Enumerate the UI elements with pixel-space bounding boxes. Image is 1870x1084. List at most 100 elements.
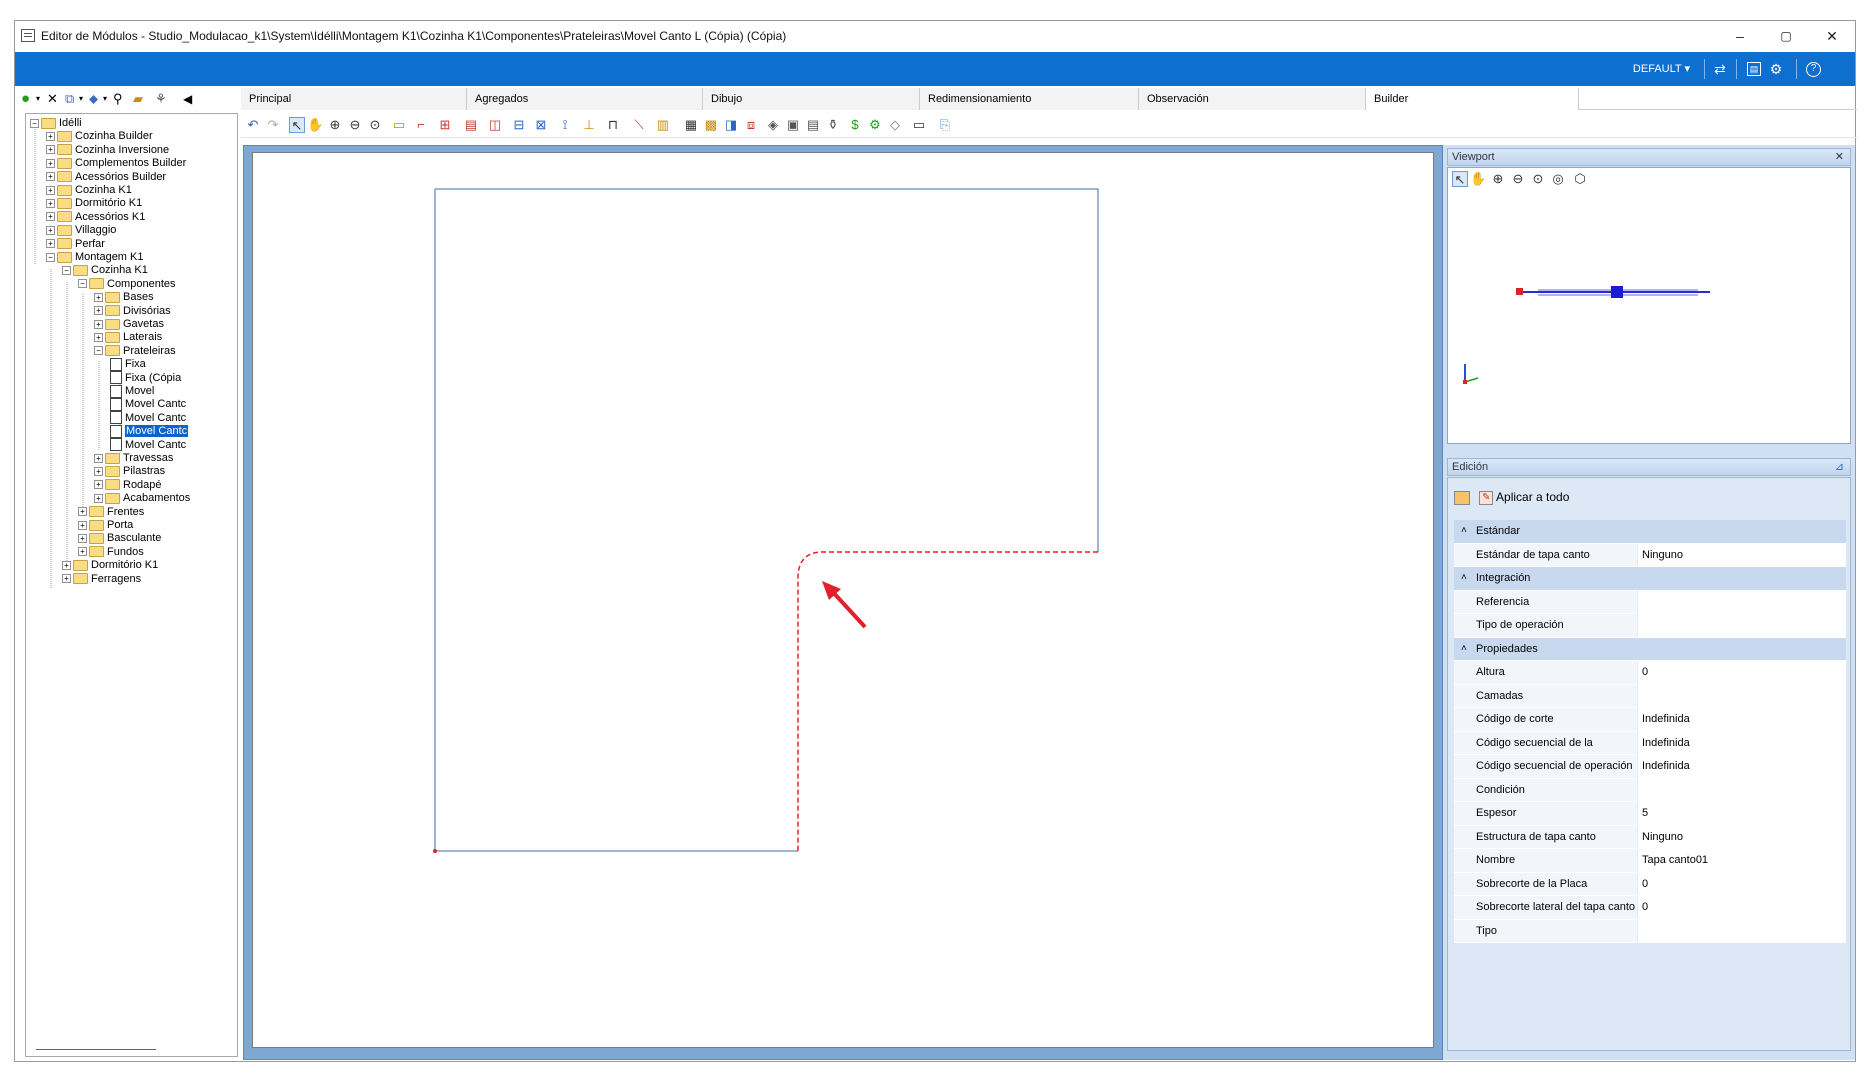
layer-icon[interactable]: ▤ [805, 117, 821, 133]
expand-icon[interactable]: + [46, 185, 55, 195]
property-row[interactable]: Condición [1454, 778, 1846, 802]
property-row[interactable]: Altura 0 [1454, 661, 1846, 685]
expand-icon[interactable]: + [78, 520, 87, 530]
expand-icon[interactable]: + [94, 480, 103, 490]
property-row[interactable]: Nombre Tapa canto01 [1454, 849, 1846, 873]
property-row[interactable]: Tipo [1454, 919, 1846, 943]
edge-tool-icon[interactable]: ▤ [463, 117, 479, 133]
price-settings-icon[interactable]: ⚙ [867, 117, 883, 133]
expand-icon[interactable]: + [46, 198, 55, 208]
find-icon[interactable]: ⚲ [113, 91, 123, 107]
property-value[interactable]: 5 [1638, 802, 1846, 825]
property-value[interactable]: 0 [1638, 661, 1846, 684]
expand-icon[interactable]: + [94, 493, 103, 503]
pin-icon[interactable]: ⊿ [1835, 459, 1844, 475]
property-value[interactable]: Ninguno [1638, 543, 1846, 566]
add-dropdown-icon[interactable]: ▾ [36, 91, 40, 107]
zoom-out-icon[interactable]: ⊖ [347, 117, 363, 133]
cut-tool-icon[interactable]: ⊥ [581, 117, 597, 133]
property-value[interactable]: 0 [1638, 896, 1846, 919]
redo-icon[interactable]: ↷ [265, 117, 281, 133]
collapse-panel-icon[interactable]: ◀ [183, 91, 192, 107]
insert-tool-icon[interactable]: ⊞ [437, 117, 453, 133]
copy-icon[interactable]: ⧉ [65, 91, 74, 107]
property-category[interactable]: ˄ Estándar [1454, 520, 1846, 544]
vp-view-cube-icon[interactable]: ⬡ [1572, 171, 1588, 187]
close-button[interactable]: ✕ [1809, 21, 1855, 51]
price-icon[interactable]: $ [847, 117, 863, 133]
vp-zoom-out-icon[interactable]: ⊖ [1510, 171, 1526, 187]
paste-icon[interactable]: ⬥ [89, 91, 98, 107]
property-value[interactable]: Indefinida [1638, 731, 1846, 754]
expand-icon[interactable]: + [46, 212, 55, 222]
expand-icon[interactable]: + [46, 172, 55, 182]
expand-icon[interactable]: + [94, 453, 103, 463]
vp-orbit-icon[interactable]: ◎ [1550, 171, 1566, 187]
mirror-icon[interactable]: ◨ [723, 117, 739, 133]
property-value[interactable] [1638, 590, 1846, 613]
expand-icon[interactable]: + [94, 332, 103, 342]
drawing-canvas[interactable] [252, 152, 1434, 1048]
expand-icon[interactable]: + [46, 145, 55, 155]
property-row[interactable]: Camadas [1454, 684, 1846, 708]
drill-tool-icon[interactable]: ⊠ [533, 117, 549, 133]
folder-settings-icon[interactable]: ▰ [133, 91, 143, 107]
collapse-caret-icon[interactable]: ˄ [1461, 638, 1467, 660]
property-value[interactable] [1638, 684, 1846, 707]
expand-icon[interactable]: + [78, 507, 87, 517]
vp-zoom-all-icon[interactable]: ⊙ [1530, 171, 1546, 187]
tab-dibujo[interactable]: Dibujo [703, 88, 920, 110]
property-category[interactable]: ˄ Propiedades [1454, 637, 1846, 661]
grid-icon[interactable]: ▦ [683, 117, 699, 133]
zoom-all-icon[interactable]: ⊙ [367, 117, 383, 133]
expand-icon[interactable]: + [46, 131, 55, 141]
expand-icon[interactable]: + [94, 292, 103, 302]
frame-tool-icon[interactable]: ◫ [487, 117, 503, 133]
tab-builder[interactable]: Builder [1366, 88, 1579, 110]
align-tool-icon[interactable]: ▥ [655, 117, 671, 133]
apply-all-button[interactable]: Aplicar a todo [1496, 490, 1569, 504]
expand-icon[interactable]: + [94, 306, 103, 316]
angle-tool-icon[interactable]: ⊓ [605, 117, 621, 133]
property-row[interactable]: Tipo de operación [1454, 614, 1846, 638]
tree-scrollbar[interactable] [36, 1049, 156, 1050]
minimize-button[interactable]: – [1717, 21, 1763, 51]
collapse-caret-icon[interactable]: ˄ [1461, 520, 1467, 542]
expand-icon[interactable]: + [46, 239, 55, 249]
properties-icon[interactable] [1454, 490, 1470, 505]
collapse-icon[interactable]: − [46, 252, 55, 262]
settings-icon[interactable]: ⚙ [1767, 60, 1785, 78]
expand-icon[interactable]: + [46, 225, 55, 235]
property-value[interactable] [1638, 778, 1846, 801]
collapse-icon[interactable]: − [94, 346, 103, 356]
add-icon[interactable]: ● [21, 91, 30, 107]
tab-agregados[interactable]: Agregados [467, 88, 703, 110]
undo-icon[interactable]: ↶ [245, 117, 261, 133]
expand-icon[interactable]: + [46, 158, 55, 168]
property-row[interactable]: Referencia [1454, 590, 1846, 614]
expand-icon[interactable]: + [94, 466, 103, 476]
cube-icon[interactable]: ◈ [765, 117, 781, 133]
property-row[interactable]: Código secuencial de operación Indefinida [1454, 755, 1846, 779]
property-category[interactable]: ˄ Integración [1454, 567, 1846, 591]
line-tool-icon[interactable]: ⌐ [413, 117, 429, 133]
refresh-icon[interactable]: ⇄ [1711, 60, 1729, 78]
tab-observacion[interactable]: Observación [1139, 88, 1366, 110]
expand-icon[interactable]: + [62, 560, 71, 570]
vp-pan-icon[interactable]: ✋ [1470, 171, 1486, 187]
collapse-icon[interactable]: − [62, 265, 71, 275]
view-options-icon[interactable]: ▭ [911, 117, 927, 133]
expand-icon[interactable]: + [94, 319, 103, 329]
viewport-3d[interactable]: ↖ ✋ ⊕ ⊖ ⊙ ◎ ⬡ [1447, 167, 1851, 444]
weight-icon[interactable]: ⚱ [825, 117, 841, 133]
select-icon[interactable]: ↖ [289, 117, 305, 133]
pan-icon[interactable]: ✋ [307, 117, 323, 133]
collapse-icon[interactable]: − [30, 118, 39, 128]
array-icon[interactable]: ⧈ [743, 117, 759, 133]
paste-dropdown-icon[interactable]: ▾ [103, 91, 107, 107]
expand-icon[interactable]: + [78, 533, 87, 543]
property-row[interactable]: Estructura de tapa canto Ninguno [1454, 825, 1846, 849]
viewport-close-icon[interactable]: ✕ [1835, 149, 1844, 165]
import-icon[interactable]: ⚘ [155, 91, 167, 107]
property-value[interactable] [1638, 919, 1846, 942]
